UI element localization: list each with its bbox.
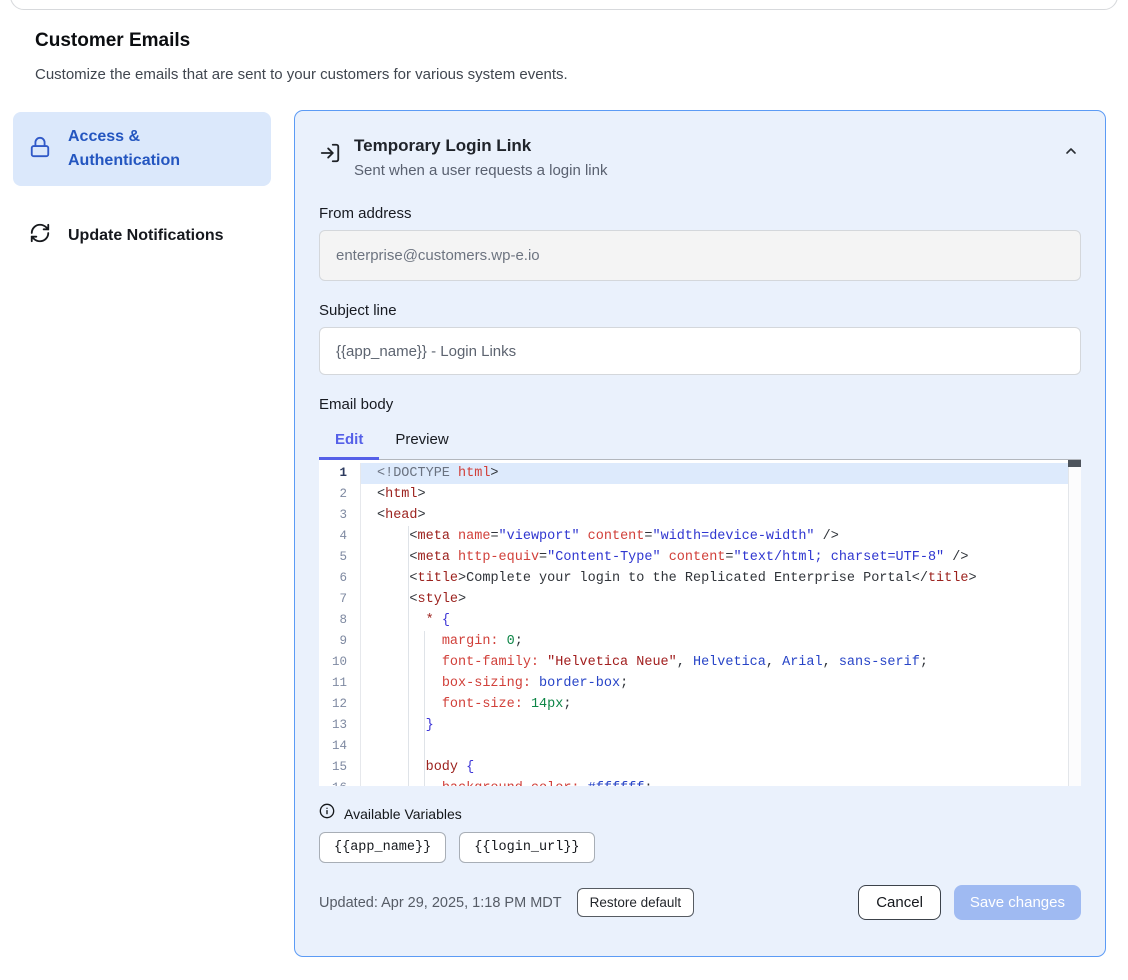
restore-default-button[interactable]: Restore default [577, 888, 695, 917]
updated-timestamp: Updated: Apr 29, 2025, 1:18 PM MDT [319, 895, 562, 911]
from-address-label: From address [319, 205, 1081, 222]
code-line[interactable]: 8 * { [319, 610, 1081, 631]
save-changes-button[interactable]: Save changes [954, 885, 1081, 920]
panel-subtitle: Sent when a user requests a login link [354, 160, 1048, 182]
line-number: 11 [319, 673, 361, 694]
page-subtitle: Customize the emails that are sent to yo… [35, 66, 568, 83]
panel-footer: Updated: Apr 29, 2025, 1:18 PM MDT Resto… [319, 885, 1081, 920]
collapse-panel-button[interactable] [1061, 141, 1081, 164]
previous-card-bottom-edge [10, 0, 1118, 10]
indent-guide [408, 526, 409, 786]
code-lines: 1<!DOCTYPE html>2<html>3<head>4 <meta na… [319, 460, 1081, 786]
page-title: Customer Emails [35, 30, 190, 52]
lock-icon [29, 136, 51, 163]
subject-line-input[interactable] [319, 327, 1081, 375]
info-icon [319, 803, 335, 824]
temporary-login-link-panel: Temporary Login Link Sent when a user re… [294, 110, 1106, 957]
tab-edit[interactable]: Edit [319, 423, 379, 460]
line-number: 6 [319, 568, 361, 589]
code-line[interactable]: 12 font-size: 14px; [319, 694, 1081, 715]
code-line[interactable]: 13 } [319, 715, 1081, 736]
variable-chips: {{app_name}} {{login_url}} [319, 832, 1081, 863]
sidebar-item-access-authentication[interactable]: Access & Authentication [13, 112, 271, 186]
line-number: 8 [319, 610, 361, 631]
code-line[interactable]: 16 background-color: #ffffff; [319, 778, 1081, 786]
editor-scrollbar[interactable] [1068, 460, 1081, 786]
refresh-icon [29, 222, 51, 249]
line-number: 13 [319, 715, 361, 736]
editor-scrollbar-thumb[interactable] [1068, 460, 1081, 467]
line-number: 7 [319, 589, 361, 610]
code-line[interactable]: 9 margin: 0; [319, 631, 1081, 652]
sidebar-item-label: Access & Authentication [68, 125, 255, 173]
chevron-up-icon [1063, 147, 1079, 162]
line-number: 16 [319, 778, 361, 786]
code-line[interactable]: 7 <style> [319, 589, 1081, 610]
line-number: 9 [319, 631, 361, 652]
variable-chip-app-name[interactable]: {{app_name}} [319, 832, 446, 863]
code-line[interactable]: 5 <meta http-equiv="Content-Type" conten… [319, 547, 1081, 568]
cancel-button[interactable]: Cancel [858, 885, 941, 920]
panel-title: Temporary Login Link [354, 133, 1048, 158]
available-variables-header: Available Variables [319, 803, 1081, 824]
subject-line-label: Subject line [319, 302, 1081, 319]
line-number: 5 [319, 547, 361, 568]
variable-chip-login-url[interactable]: {{login_url}} [459, 832, 594, 863]
from-address-input[interactable] [319, 230, 1081, 281]
code-line[interactable]: 10 font-family: "Helvetica Neue", Helvet… [319, 652, 1081, 673]
line-number: 15 [319, 757, 361, 778]
sidebar-item-label: Update Notifications [68, 224, 224, 248]
line-number: 4 [319, 526, 361, 547]
email-body-label: Email body [319, 396, 1081, 413]
email-body-tabs: Edit Preview [319, 423, 1081, 460]
code-line[interactable]: 2<html> [319, 484, 1081, 505]
line-number: 1 [319, 463, 361, 484]
tab-preview[interactable]: Preview [379, 423, 464, 460]
panel-header: Temporary Login Link Sent when a user re… [319, 133, 1081, 182]
code-line[interactable]: 4 <meta name="viewport" content="width=d… [319, 526, 1081, 547]
line-number: 2 [319, 484, 361, 505]
code-line[interactable]: 14 [319, 736, 1081, 757]
log-in-icon [319, 142, 341, 169]
indent-guide [424, 631, 425, 786]
line-number: 10 [319, 652, 361, 673]
line-number: 3 [319, 505, 361, 526]
line-number: 12 [319, 694, 361, 715]
code-line[interactable]: 1<!DOCTYPE html> [319, 463, 1081, 484]
code-editor[interactable]: 1<!DOCTYPE html>2<html>3<head>4 <meta na… [319, 459, 1081, 786]
code-line[interactable]: 15 body { [319, 757, 1081, 778]
code-line[interactable]: 6 <title>Complete your login to the Repl… [319, 568, 1081, 589]
code-line[interactable]: 3<head> [319, 505, 1081, 526]
available-variables-label: Available Variables [344, 806, 462, 822]
code-line[interactable]: 11 box-sizing: border-box; [319, 673, 1081, 694]
sidebar-item-update-notifications[interactable]: Update Notifications [13, 209, 271, 262]
line-number: 14 [319, 736, 361, 757]
email-types-sidebar: Access & Authentication Update Notificat… [13, 112, 271, 262]
panel-header-text: Temporary Login Link Sent when a user re… [354, 133, 1048, 182]
